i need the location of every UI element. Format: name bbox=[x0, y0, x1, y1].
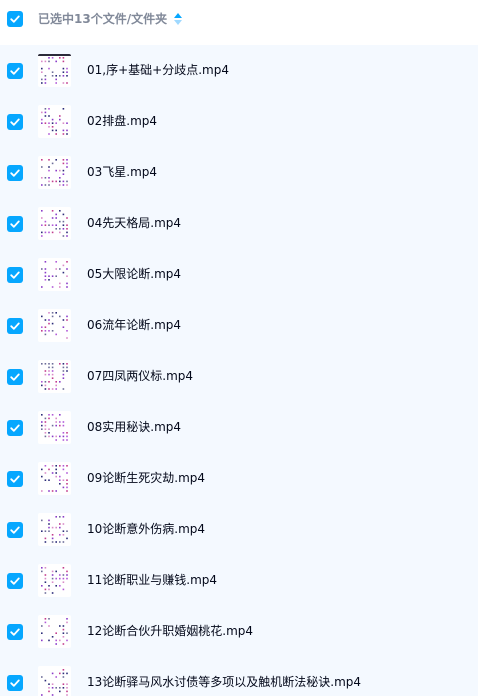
check-icon bbox=[10, 475, 20, 483]
file-name[interactable]: 01,序+基础+分歧点.mp4 bbox=[87, 62, 229, 78]
video-thumbnail-icon bbox=[38, 564, 71, 597]
video-thumbnail-icon bbox=[38, 207, 71, 240]
file-name[interactable]: 05大限论断.mp4 bbox=[87, 266, 181, 282]
file-name[interactable]: 08实用秘诀.mp4 bbox=[87, 419, 181, 435]
file-name[interactable]: 03飞星.mp4 bbox=[87, 164, 157, 180]
file-checkbox[interactable] bbox=[7, 216, 23, 232]
file-checkbox[interactable] bbox=[7, 318, 23, 334]
file-name[interactable]: 06流年论断.mp4 bbox=[87, 317, 181, 333]
file-name[interactable]: 10论断意外伤病.mp4 bbox=[87, 521, 205, 537]
file-row[interactable]: 09论断生死灾劫.mp4 bbox=[0, 453, 478, 504]
file-selection-panel: 已选中13个文件/文件夹 01,序+基础+分歧点.mp4 02排盘.mp4 03飞星… bbox=[0, 0, 478, 696]
check-icon bbox=[10, 526, 20, 534]
file-name[interactable]: 07四凤两仪标.mp4 bbox=[87, 368, 193, 384]
check-icon bbox=[10, 118, 20, 126]
file-row[interactable]: 07四凤两仪标.mp4 bbox=[0, 351, 478, 402]
file-checkbox[interactable] bbox=[7, 522, 23, 538]
check-icon bbox=[10, 322, 20, 330]
video-thumbnail-icon bbox=[38, 411, 71, 444]
file-checkbox[interactable] bbox=[7, 573, 23, 589]
file-name[interactable]: 11论断职业与赚钱.mp4 bbox=[87, 572, 217, 588]
file-row[interactable]: 06流年论断.mp4 bbox=[0, 300, 478, 351]
file-name[interactable]: 02排盘.mp4 bbox=[87, 113, 157, 129]
file-checkbox[interactable] bbox=[7, 63, 23, 79]
check-icon bbox=[10, 628, 20, 636]
file-row[interactable]: 01,序+基础+分歧点.mp4 bbox=[0, 45, 478, 96]
file-checkbox[interactable] bbox=[7, 165, 23, 181]
file-checkbox[interactable] bbox=[7, 114, 23, 130]
video-thumbnail-icon bbox=[38, 156, 71, 189]
video-thumbnail-icon bbox=[38, 666, 71, 696]
file-row[interactable]: 11论断职业与赚钱.mp4 bbox=[0, 555, 478, 606]
file-name[interactable]: 12论断合伙升职婚姻桃花.mp4 bbox=[87, 623, 253, 639]
file-row[interactable]: 02排盘.mp4 bbox=[0, 96, 478, 147]
file-row[interactable]: 12论断合伙升职婚姻桃花.mp4 bbox=[0, 606, 478, 657]
sort-icon[interactable] bbox=[173, 12, 183, 26]
file-checkbox[interactable] bbox=[7, 675, 23, 691]
file-row[interactable]: 03飞星.mp4 bbox=[0, 147, 478, 198]
file-row[interactable]: 04先天格局.mp4 bbox=[0, 198, 478, 249]
check-icon bbox=[10, 220, 20, 228]
check-icon bbox=[10, 15, 20, 23]
check-icon bbox=[10, 424, 20, 432]
video-thumbnail-icon bbox=[38, 309, 71, 342]
file-name[interactable]: 13论断驿马风水讨债等多项以及触机断法秘诀.mp4 bbox=[87, 674, 361, 690]
file-checkbox[interactable] bbox=[7, 369, 23, 385]
file-row[interactable]: 08实用秘诀.mp4 bbox=[0, 402, 478, 453]
check-icon bbox=[10, 577, 20, 585]
video-thumbnail-icon bbox=[38, 54, 71, 87]
file-list: 01,序+基础+分歧点.mp4 02排盘.mp4 03飞星.mp4 04先天格局.mp… bbox=[0, 45, 478, 696]
check-icon bbox=[10, 67, 20, 75]
video-thumbnail-icon bbox=[38, 105, 71, 138]
video-thumbnail-icon bbox=[38, 513, 71, 546]
file-checkbox[interactable] bbox=[7, 471, 23, 487]
video-thumbnail-icon bbox=[38, 615, 71, 648]
file-row[interactable]: 10论断意外伤病.mp4 bbox=[0, 504, 478, 555]
file-row[interactable]: 13论断驿马风水讨债等多项以及触机断法秘诀.mp4 bbox=[0, 657, 478, 696]
check-icon bbox=[10, 169, 20, 177]
selection-header: 已选中13个文件/文件夹 bbox=[0, 0, 478, 40]
video-thumbnail-icon bbox=[38, 462, 71, 495]
file-checkbox[interactable] bbox=[7, 267, 23, 283]
file-checkbox[interactable] bbox=[7, 420, 23, 436]
check-icon bbox=[10, 679, 20, 687]
check-icon bbox=[10, 271, 20, 279]
file-row[interactable]: 05大限论断.mp4 bbox=[0, 249, 478, 300]
selection-count-label: 已选中13个文件/文件夹 bbox=[38, 12, 168, 26]
file-name[interactable]: 04先天格局.mp4 bbox=[87, 215, 181, 231]
file-checkbox[interactable] bbox=[7, 624, 23, 640]
check-icon bbox=[10, 373, 20, 381]
video-thumbnail-icon bbox=[38, 258, 71, 291]
video-thumbnail-icon bbox=[38, 360, 71, 393]
select-all-checkbox[interactable] bbox=[7, 11, 23, 27]
file-name[interactable]: 09论断生死灾劫.mp4 bbox=[87, 470, 205, 486]
